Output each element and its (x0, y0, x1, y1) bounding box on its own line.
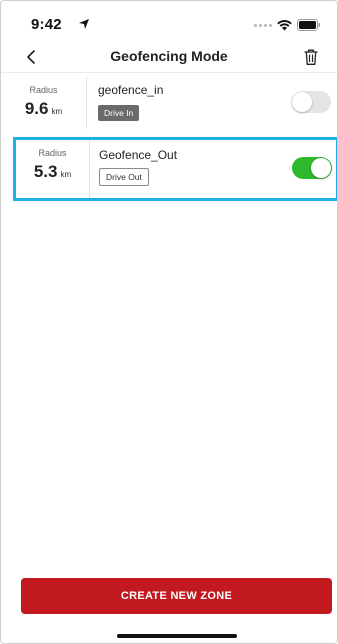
zone-name: Geofence_Out (99, 148, 178, 162)
trash-icon (304, 49, 318, 65)
geofencing-screen: 9:42 Geofencing Mode Radius 9.6 km geofe… (0, 0, 338, 644)
wifi-icon (277, 19, 292, 30)
home-indicator (117, 634, 237, 638)
delete-button[interactable] (299, 45, 323, 69)
battery-icon (297, 19, 320, 31)
toggle-knob (292, 92, 312, 112)
radius-unit: km (51, 107, 63, 116)
page-title: Geofencing Mode (110, 48, 228, 64)
zone-type-badge: Drive Out (99, 168, 149, 186)
radius-label: Radius (29, 85, 58, 95)
signal-icon (254, 23, 272, 27)
zone-enable-toggle[interactable] (291, 91, 331, 113)
radius-label: Radius (38, 148, 67, 158)
radius-number: 5.3 (33, 162, 58, 181)
status-bar: 9:42 (1, 1, 337, 41)
location-arrow-icon (79, 19, 89, 29)
zone-radius: Radius 5.3 km (16, 140, 90, 198)
zone-list: Radius 9.6 km geofence_in Drive In Radius… (1, 73, 337, 201)
zone-name: geofence_in (98, 83, 164, 97)
toggle-knob (311, 158, 331, 178)
create-new-zone-button[interactable]: CREATE NEW ZONE (21, 578, 332, 614)
radius-unit: km (60, 170, 72, 179)
zone-enable-toggle[interactable] (292, 157, 332, 179)
radius-value: 5.3 km (16, 162, 89, 182)
zone-type-badge: Drive In (98, 105, 140, 121)
radius-number: 9.6 (24, 99, 49, 118)
zone-row[interactable]: Radius 9.6 km geofence_in Drive In (1, 73, 337, 129)
zone-row-selected[interactable]: Radius 5.3 km Geofence_Out Drive Out (13, 137, 337, 201)
status-time: 9:42 (31, 16, 62, 33)
zone-radius: Radius 9.6 km (1, 77, 87, 129)
status-indicators (254, 19, 321, 31)
radius-value: 9.6 km (1, 99, 86, 119)
nav-bar: Geofencing Mode (1, 41, 337, 73)
